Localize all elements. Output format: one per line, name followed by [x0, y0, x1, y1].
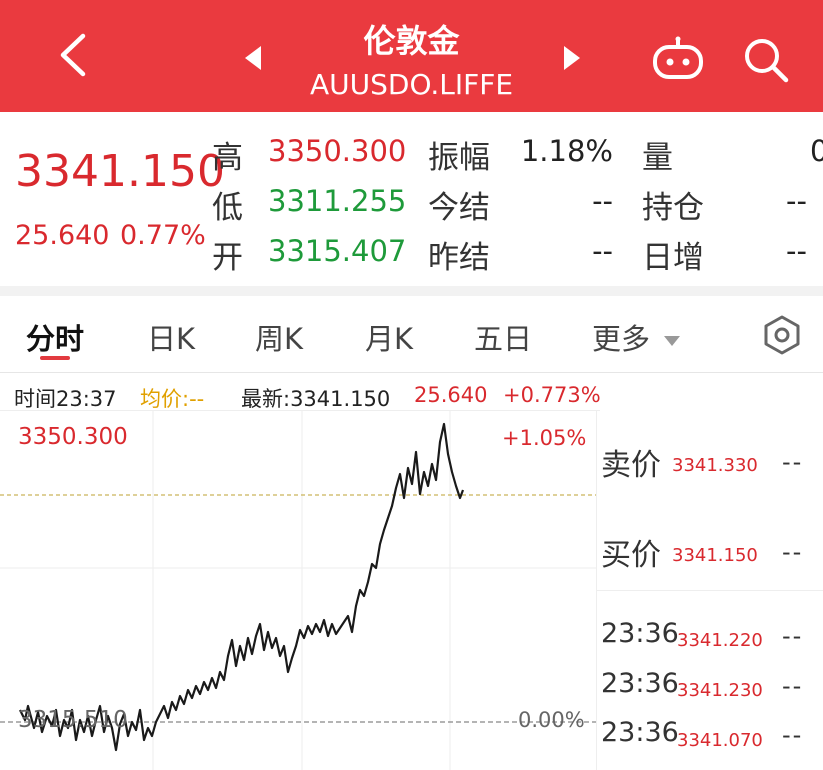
- info-change: 25.640: [414, 383, 488, 407]
- low-value: 3311.255: [268, 184, 407, 218]
- settle-prev-value: --: [592, 234, 613, 268]
- open-interest-label: 持仓: [642, 190, 704, 226]
- trade-price: 3341.220: [677, 630, 763, 651]
- chart-max-price: 3350.300: [18, 424, 128, 450]
- volume-label: 量: [642, 140, 673, 176]
- trade-time: 23:36: [601, 618, 679, 649]
- order-book-separator: [597, 590, 823, 601]
- settings-icon[interactable]: [762, 315, 802, 355]
- price-change: 25.640: [15, 220, 110, 251]
- trade-price: 3341.070: [677, 730, 763, 751]
- trade-volume: --: [782, 622, 804, 650]
- trade-time: 23:36: [601, 717, 679, 748]
- daily-increase-value: --: [786, 234, 807, 268]
- tab-weekly-k[interactable]: 周K: [255, 316, 303, 358]
- ask-price: 3341.330: [672, 455, 758, 476]
- price-change-percent: 0.77%: [120, 220, 206, 251]
- tab-more-label: 更多: [592, 322, 651, 356]
- info-latest: 最新:3341.150: [241, 387, 391, 411]
- tab-more[interactable]: 更多: [592, 316, 681, 358]
- active-tab-indicator: [40, 356, 70, 360]
- price-line: [19, 422, 465, 752]
- open-label: 开: [212, 240, 243, 276]
- top-bar: 伦敦金 AUUSDO.LIFFE: [0, 0, 823, 112]
- tab-five-day[interactable]: 五日: [474, 316, 532, 358]
- tab-monthly-k[interactable]: 月K: [365, 316, 413, 358]
- volume-value: 0: [810, 134, 823, 168]
- info-avg-price: 均价:--: [140, 387, 205, 411]
- ask-volume: --: [782, 448, 804, 476]
- trade-price: 3341.230: [677, 680, 763, 701]
- chart-max-percent: +1.05%: [502, 426, 587, 450]
- amplitude-label: 振幅: [428, 140, 490, 176]
- last-price: 3341.150: [15, 146, 225, 197]
- daily-increase-label: 日增: [642, 240, 704, 276]
- settle-today-value: --: [592, 184, 613, 218]
- open-value: 3315.407: [268, 234, 407, 268]
- trade-volume: --: [782, 721, 804, 749]
- instrument-code: AUUSDO.LIFFE: [309, 68, 514, 101]
- tab-intraday[interactable]: 分时: [26, 316, 84, 358]
- open-interest-value: --: [786, 184, 807, 218]
- section-divider: [0, 286, 823, 296]
- tab-daily-k[interactable]: 日K: [147, 316, 195, 358]
- high-value: 3350.300: [268, 134, 407, 168]
- tab-divider: [0, 372, 823, 373]
- info-time: 时间23:37: [14, 387, 117, 411]
- low-label: 低: [212, 190, 243, 226]
- bid-price: 3341.150: [672, 545, 758, 566]
- dropdown-triangle-icon: [664, 336, 681, 346]
- settle-prev-label: 昨结: [428, 240, 490, 276]
- bid-label: 买价: [601, 538, 661, 573]
- prev-instrument-icon[interactable]: [243, 44, 263, 72]
- next-instrument-icon[interactable]: [562, 44, 582, 72]
- amplitude-value: 1.18%: [520, 134, 613, 168]
- chart-base-percent: 0.00%: [518, 708, 585, 732]
- back-icon[interactable]: [55, 30, 95, 80]
- trade-volume: --: [782, 672, 804, 700]
- bid-volume: --: [782, 538, 804, 566]
- search-icon[interactable]: [742, 36, 790, 84]
- high-label: 高: [212, 140, 243, 176]
- trade-time: 23:36: [601, 668, 679, 699]
- ask-label: 卖价: [601, 448, 661, 483]
- robot-assistant-icon[interactable]: [652, 36, 704, 80]
- settle-today-label: 今结: [428, 190, 490, 226]
- info-change-percent: +0.773%: [503, 383, 601, 407]
- instrument-name: 伦敦金: [363, 22, 460, 60]
- chart-base-price: 3315.510: [18, 707, 128, 733]
